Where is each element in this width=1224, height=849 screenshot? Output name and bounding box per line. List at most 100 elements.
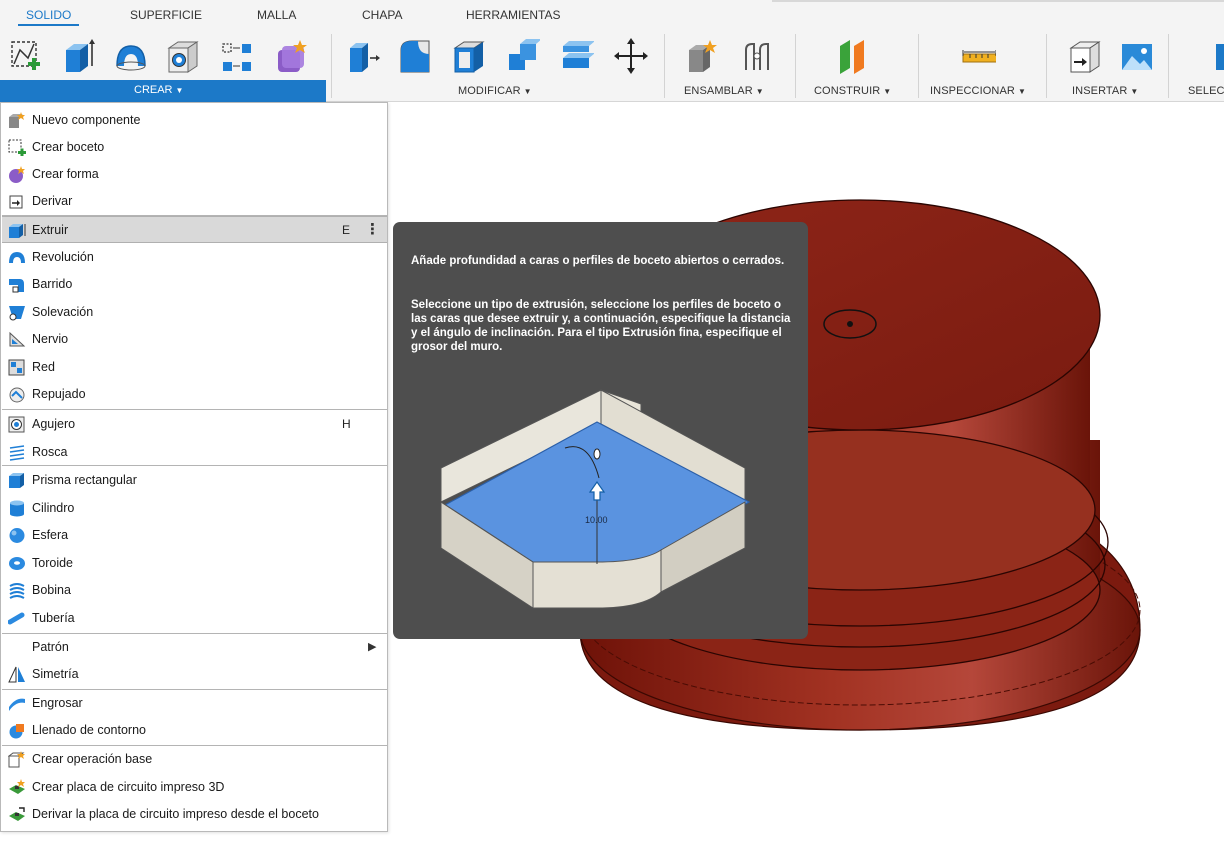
menu-item-crear-boceto[interactable]: Crear boceto [2,134,387,161]
loft-icon [8,304,26,321]
menu-item-red[interactable]: Red [2,354,387,381]
menu-separator [2,409,387,410]
menu-item-revolucion[interactable]: Revolución [2,244,387,271]
cylinder-icon [8,500,26,517]
box-icon [8,472,26,489]
menu-item-nuevo-componente[interactable]: Nuevo componente [2,107,387,134]
menu-item-prisma-rectangular[interactable]: Prisma rectangular [2,467,387,494]
sphere-icon [8,527,26,544]
menu-item-simetria[interactable]: Simetría [2,661,387,688]
create-form-icon[interactable] [274,36,308,76]
create-sketch-icon[interactable] [8,36,42,76]
ribbon-separator [1168,34,1169,98]
tab-superficie[interactable]: SUPERFICIE [130,8,202,28]
menu-item-toroide[interactable]: Toroide [2,550,387,577]
torus-icon [8,555,26,572]
extrude-illustration: 10.00 [439,389,751,609]
menu-item-derivar-pcb-boceto[interactable]: Derivar la placa de circuito impreso des… [2,801,387,828]
menu-item-agujero[interactable]: Agujero H [2,411,387,438]
press-pull-icon[interactable] [346,36,380,76]
menu-item-repujado[interactable]: Repujado [2,381,387,408]
menu-item-patron[interactable]: Patrón ▶ [2,634,387,661]
pcb-3d-icon [8,779,26,796]
shortcut-key: E [342,223,351,237]
ribbon-separator [918,34,919,98]
base-feature-icon [8,751,26,768]
menu-item-extruir[interactable]: Extruir E ⋮ [2,216,387,243]
menu-item-nervio[interactable]: Nervio [2,326,387,353]
create-sketch-icon [8,139,26,156]
offset-plane-icon[interactable] [836,36,870,76]
extrude-distance-label: 10.00 [585,515,608,525]
insert-derive-icon[interactable] [1068,36,1102,76]
tooltip-title: Añade profundidad a caras o perfiles de … [411,255,785,267]
tab-herramientas[interactable]: HERRAMIENTAS [466,8,560,28]
revolve-icon[interactable] [114,36,148,76]
web-icon [8,359,26,376]
menu-item-engrosar[interactable]: Engrosar [2,690,387,717]
hole-icon[interactable] [166,36,200,76]
insert-canvas-icon[interactable] [1120,36,1154,76]
new-component-icon[interactable] [686,36,720,76]
ribbon-toolbar: CREAR ▼ MODIFICAR ▼ ENSAMBLAR ▼ CONSTRUI… [0,28,1224,102]
tab-malla[interactable]: MALLA [257,8,296,28]
ribbon-separator [1046,34,1047,98]
ribbon-separator [331,34,332,98]
combine-icon[interactable] [506,36,540,76]
mirror-icon [8,666,26,683]
ribbon-separator [795,34,796,98]
move-icon[interactable] [614,36,648,76]
emboss-icon [8,386,26,403]
menu-item-barrido[interactable]: Barrido [2,271,387,298]
measure-icon[interactable] [962,36,996,76]
toolbar-tabs: SOLIDO SUPERFICIE MALLA CHAPA HERRAMIENT… [0,0,1224,28]
menu-item-crear-placa-pcb-3d[interactable]: Crear placa de circuito impreso 3D [2,774,387,801]
insertar-dropdown[interactable]: INSERTAR ▼ [1072,85,1138,97]
shortcut-key: H [342,417,351,431]
seleccionar-dropdown[interactable]: SELEC [1188,85,1224,97]
derive-icon [8,193,26,210]
extrude-tooltip: Añade profundidad a caras o perfiles de … [393,222,808,639]
extrude-icon [8,222,26,239]
pipe-icon [8,610,26,627]
inspeccionar-dropdown[interactable]: INSPECCIONAR ▼ [930,85,1026,97]
menu-item-solevacion[interactable]: Solevación [2,299,387,326]
coil-icon [8,582,26,599]
crear-dropdown-menu: Nuevo componente Crear boceto Crear form… [0,102,388,832]
ribbon-separator [664,34,665,98]
thicken-icon [8,695,26,712]
menu-item-rosca[interactable]: Rosca [2,439,387,466]
boundary-fill-icon [8,722,26,739]
modificar-dropdown[interactable]: MODIFICAR ▼ [458,85,532,97]
revolve-icon [8,249,26,266]
menu-item-tuberia[interactable]: Tubería [2,605,387,632]
create-form-icon [8,166,26,183]
construir-dropdown[interactable]: CONSTRUIR ▼ [814,85,891,97]
ensamblar-dropdown[interactable]: ENSAMBLAR ▼ [684,85,764,97]
hole-icon [8,416,26,433]
menu-item-bobina[interactable]: Bobina [2,577,387,604]
tab-solido[interactable]: SOLIDO [17,8,80,28]
tab-divider [772,0,1224,2]
menu-item-crear-operacion-base[interactable]: Crear operación base [2,746,387,773]
menu-item-crear-forma[interactable]: Crear forma [2,161,387,188]
menu-separator [2,465,387,466]
extrude-icon[interactable] [62,36,96,76]
pcb-derive-icon [8,806,26,823]
new-component-icon [8,112,26,129]
tab-chapa[interactable]: CHAPA [362,8,402,28]
menu-item-llenado-de-contorno[interactable]: Llenado de contorno [2,717,387,744]
shell-icon[interactable] [452,36,486,76]
crear-dropdown-label[interactable]: CREAR ▼ [134,84,183,96]
rib-icon [8,331,26,348]
menu-item-cilindro[interactable]: Cilindro [2,495,387,522]
thread-icon [8,444,26,461]
more-options-icon[interactable]: ⋮ [365,220,380,238]
menu-item-esfera[interactable]: Esfera [2,522,387,549]
select-icon[interactable] [1214,36,1224,76]
offset-face-icon[interactable] [560,36,594,76]
pattern-icon[interactable] [220,36,254,76]
fillet-icon[interactable] [398,36,432,76]
joint-icon[interactable] [740,36,774,76]
menu-item-derivar[interactable]: Derivar [2,188,387,215]
